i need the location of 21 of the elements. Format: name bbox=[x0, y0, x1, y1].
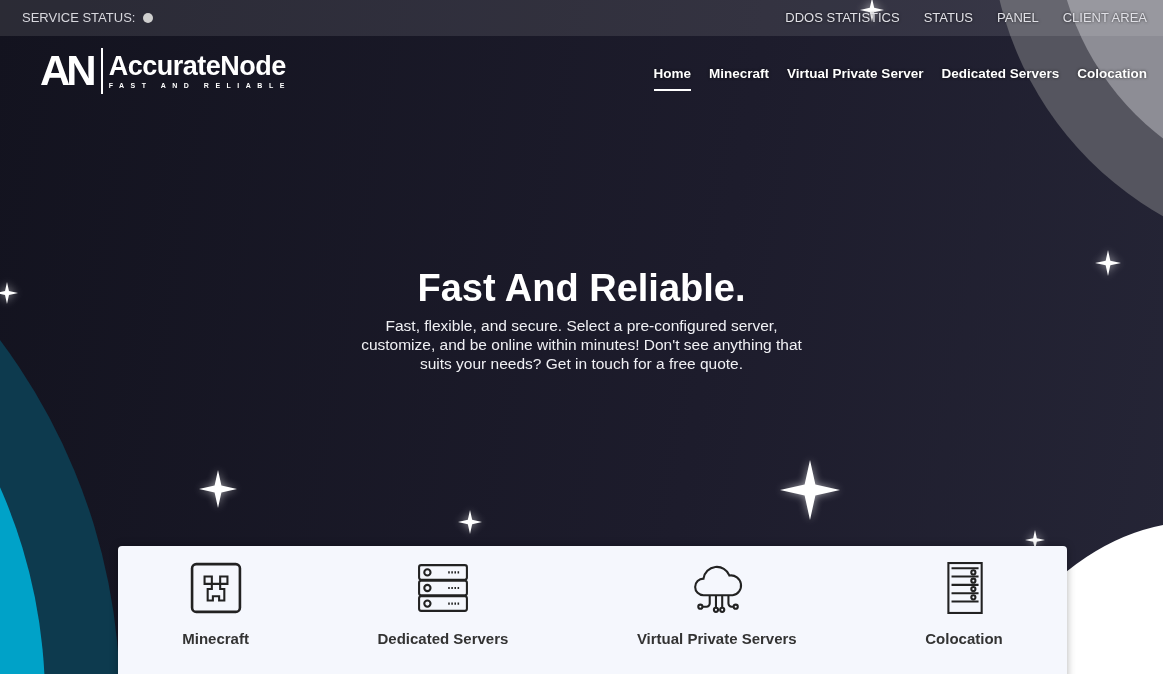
service-link[interactable]: Colocation bbox=[860, 628, 1067, 651]
service-link[interactable]: Minecraft bbox=[118, 628, 314, 651]
hero-description: Fast, flexible, and secure. Select a pre-configured server, customize, and be online within minutes! Don't see anything that suits your needs? Get in touch for a free quote. bbox=[360, 315, 803, 373]
hero-title: Fast And Reliable. bbox=[417, 266, 746, 311]
nav-link[interactable]: Home bbox=[653, 64, 692, 92]
server-icon bbox=[416, 562, 469, 614]
topbar-link[interactable]: DDOS STATISTICS bbox=[785, 8, 900, 28]
sparkle-icon bbox=[199, 470, 237, 508]
service-link[interactable]: Virtual Private Servers bbox=[572, 628, 861, 651]
creeper-face-icon bbox=[189, 562, 242, 614]
sparkle-icon bbox=[458, 510, 482, 534]
sparkle-icon bbox=[0, 282, 18, 304]
sparkle-icon bbox=[1095, 250, 1121, 276]
nav-link[interactable]: Minecraft bbox=[709, 64, 770, 92]
nav-link[interactable]: Virtual Private Server bbox=[787, 64, 924, 92]
topbar-link[interactable]: PANEL bbox=[997, 8, 1039, 28]
service-status-label: SERVICE STATUS: bbox=[22, 9, 136, 28]
nav-link[interactable]: Dedicated Servers bbox=[941, 64, 1060, 92]
topbar-link[interactable]: STATUS bbox=[923, 8, 974, 28]
service-link[interactable]: Dedicated Servers bbox=[313, 628, 573, 651]
sparkle-icon bbox=[780, 460, 840, 520]
